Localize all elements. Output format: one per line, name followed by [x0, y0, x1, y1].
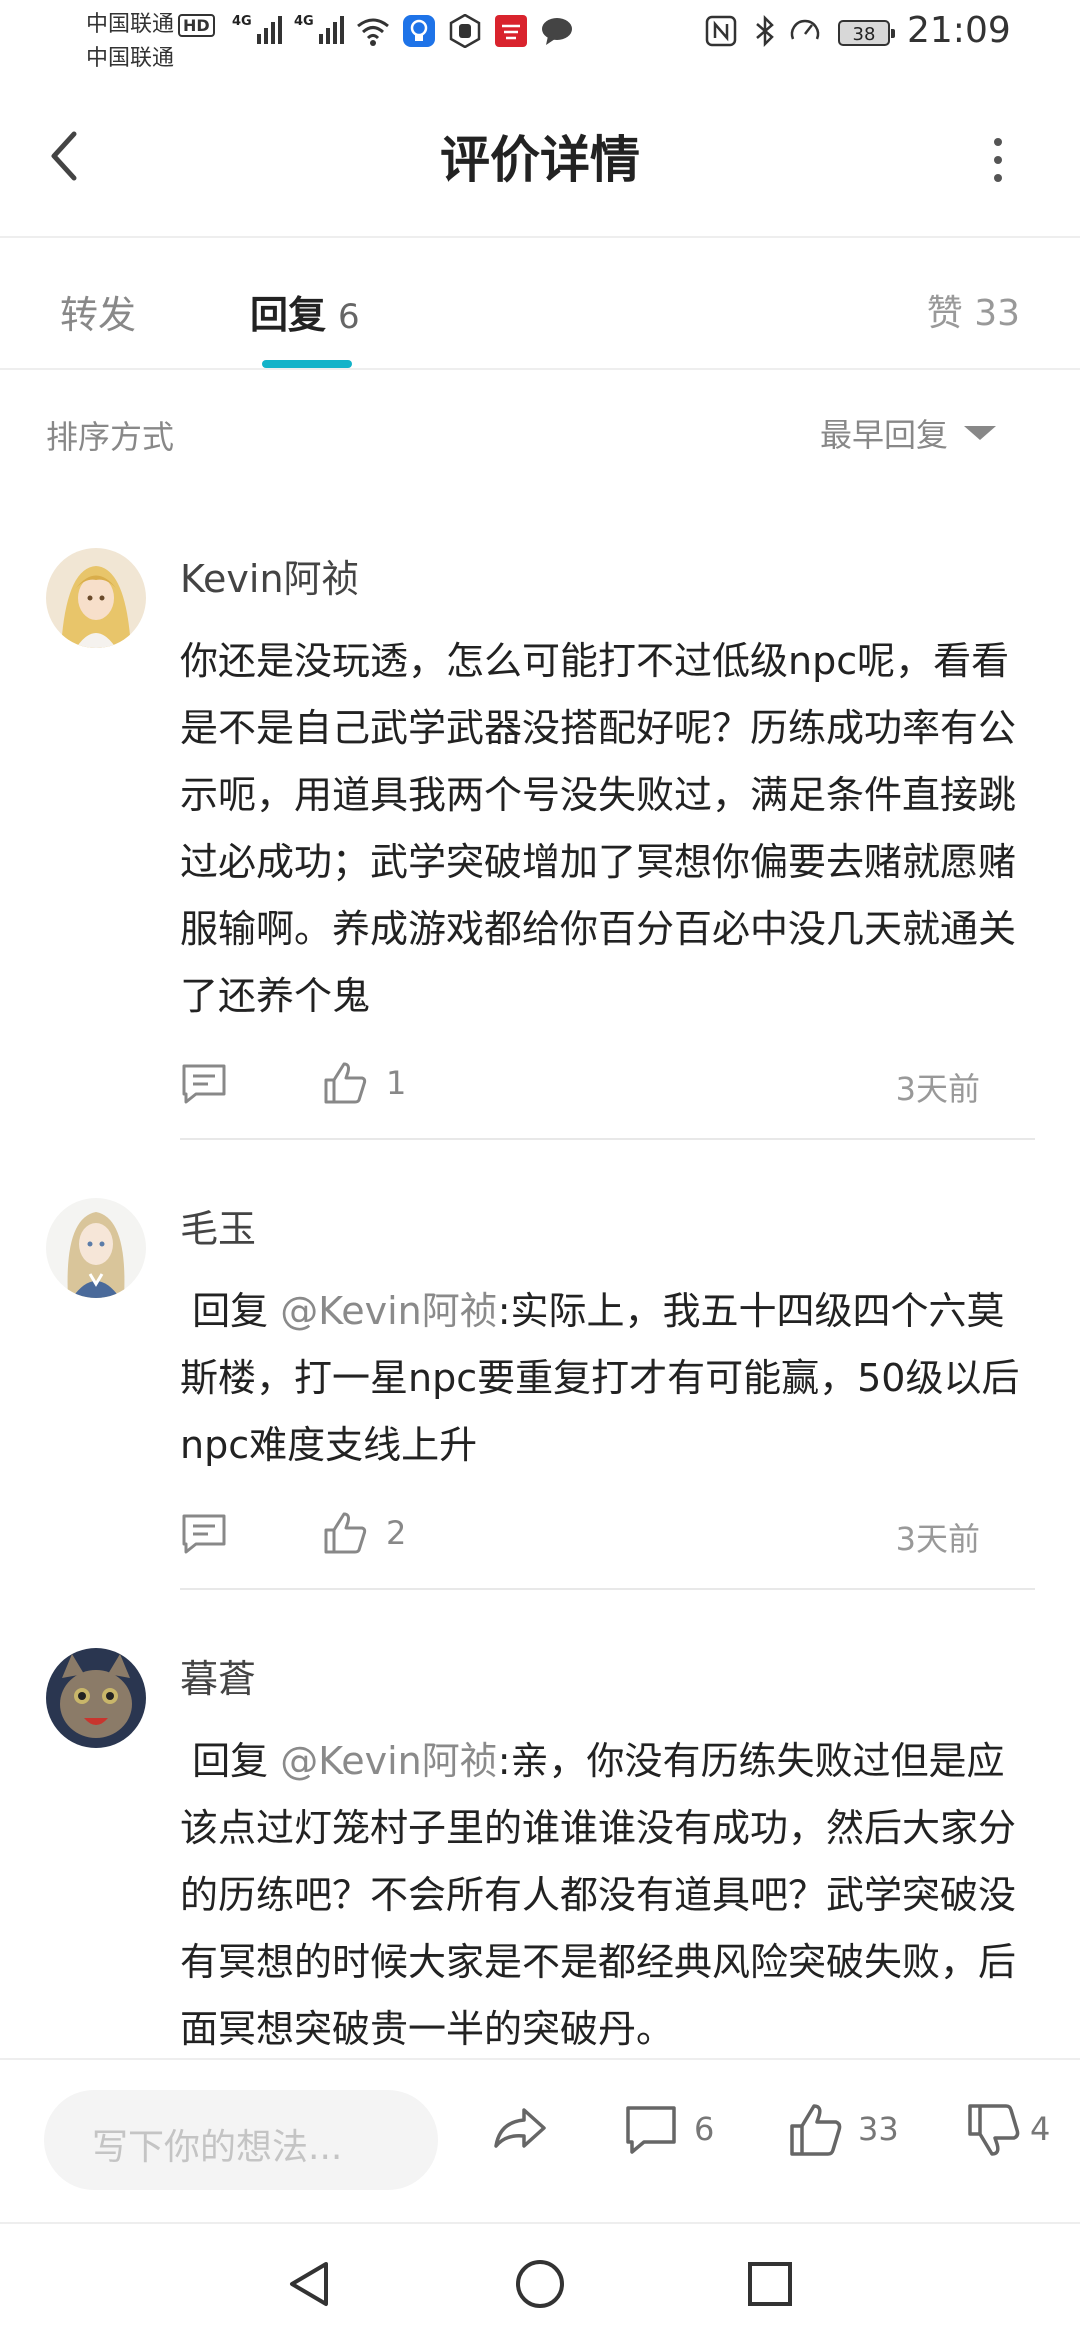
comment-actions: 1 3天前	[180, 1056, 1020, 1116]
comment-username[interactable]: 毛玉	[180, 1198, 256, 1253]
comment-body: :亲，你没有历练失败过但是应该点过灯笼村子里的谁谁谁没有成功，然后大家分的历练吧…	[180, 1739, 1017, 2051]
tab-bar: 转发 回复 6 赞 33	[0, 238, 1080, 370]
like-total-count: 33	[858, 2110, 899, 2148]
tab-like[interactable]: 赞 33	[927, 284, 1020, 336]
mention-link[interactable]: @Kevin阿祯	[280, 1739, 498, 1783]
comment-total-count: 6	[694, 2110, 715, 2148]
thumbs-down-icon[interactable]	[966, 2100, 1020, 2160]
more-menu-icon[interactable]	[980, 130, 1016, 190]
share-icon[interactable]	[490, 2100, 550, 2160]
nav-recents-icon[interactable]	[742, 2256, 798, 2312]
comment-text: 回复 @Kevin阿祯:亲，你没有历练失败过但是应该点过灯笼村子里的谁谁谁没有成…	[180, 1728, 1030, 2063]
avatar[interactable]	[46, 1648, 146, 1748]
hd-badge: HD	[178, 14, 215, 37]
avatar[interactable]	[46, 548, 146, 648]
carrier-1: 中国联通 HD	[86, 6, 215, 38]
bulb-app-icon	[403, 15, 435, 47]
sort-dropdown[interactable]: 最早回复	[820, 410, 997, 456]
tab-like-label: 赞	[926, 293, 963, 334]
chat-notification-icon	[542, 18, 572, 45]
nav-home-icon[interactable]	[512, 2256, 568, 2312]
dislike-total-count: 4	[1030, 2110, 1051, 2148]
hand-app-icon	[449, 14, 481, 48]
signal-1-icon: 4G	[232, 14, 282, 44]
reply-icon[interactable]	[180, 1062, 228, 1106]
comment-like-count: 2	[386, 1514, 407, 1552]
tab-reply-count: 6	[338, 297, 360, 337]
comment-actions: 2 3天前	[180, 1506, 1020, 1566]
wifi-icon	[357, 18, 389, 46]
page-title: 评价详情	[440, 131, 640, 189]
nav-back-icon[interactable]	[282, 2256, 338, 2312]
comment-text: 你还是没玩透，怎么可能打不过低级npc呢，看看是不是自己武学武器没搭配好呢？历练…	[180, 639, 1017, 1018]
status-bar: 中国联通 HD 中国联通 4G 4G 38 21:09	[0, 0, 1080, 80]
red-app-icon	[495, 15, 527, 47]
divider	[180, 1138, 1035, 1140]
mention-link[interactable]: @Kevin阿祯	[280, 1289, 498, 1333]
nfc-icon	[705, 15, 737, 47]
comment-input[interactable]: 写下你的想法...	[44, 2090, 438, 2190]
bottom-action-bar: 写下你的想法... 6 33 4	[0, 2058, 1080, 2222]
clock: 21:09	[907, 10, 1011, 51]
comment-time: 3天前	[895, 1520, 980, 1558]
reply-prefix: 回复	[192, 1289, 269, 1333]
active-tab-indicator	[262, 360, 352, 368]
thumbs-up-icon[interactable]	[788, 2100, 842, 2160]
dropdown-caret-icon	[964, 426, 997, 440]
tab-reply[interactable]: 回复 6	[250, 284, 360, 339]
tab-forward[interactable]: 转发	[60, 284, 136, 339]
bluetooth-icon	[756, 14, 774, 48]
battery-icon: 38	[838, 20, 895, 46]
comment-like-count: 1	[386, 1064, 407, 1102]
title-bar: 评价详情	[0, 80, 1080, 238]
avatar[interactable]	[46, 1198, 146, 1298]
comment-time: 3天前	[895, 1070, 980, 1108]
reply-icon[interactable]	[180, 1512, 228, 1556]
system-nav-bar	[0, 2222, 1080, 2340]
divider	[180, 1588, 1035, 1590]
sort-value: 最早回复	[820, 416, 949, 454]
comment-username[interactable]: Kevin阿祯	[180, 548, 360, 603]
comment-input-placeholder: 写下你的想法...	[92, 2127, 343, 2168]
tab-like-count: 33	[974, 293, 1020, 334]
thumbs-up-icon[interactable]	[322, 1510, 368, 1556]
speed-icon	[790, 19, 820, 40]
tab-reply-label: 回复	[250, 293, 327, 337]
comment-username[interactable]: 暮蒼	[180, 1648, 256, 1703]
signal-2-icon: 4G	[294, 14, 344, 44]
thumbs-up-icon[interactable]	[322, 1060, 368, 1106]
comment-icon[interactable]	[624, 2100, 678, 2160]
sort-label: 排序方式	[46, 418, 175, 456]
carrier-2: 中国联通	[86, 46, 175, 71]
comment-text: 回复 @Kevin阿祯:实际上，我五十四级四个六莫斯楼，打一星npc要重复打才有…	[180, 1278, 1030, 1479]
reply-prefix: 回复	[192, 1739, 269, 1783]
